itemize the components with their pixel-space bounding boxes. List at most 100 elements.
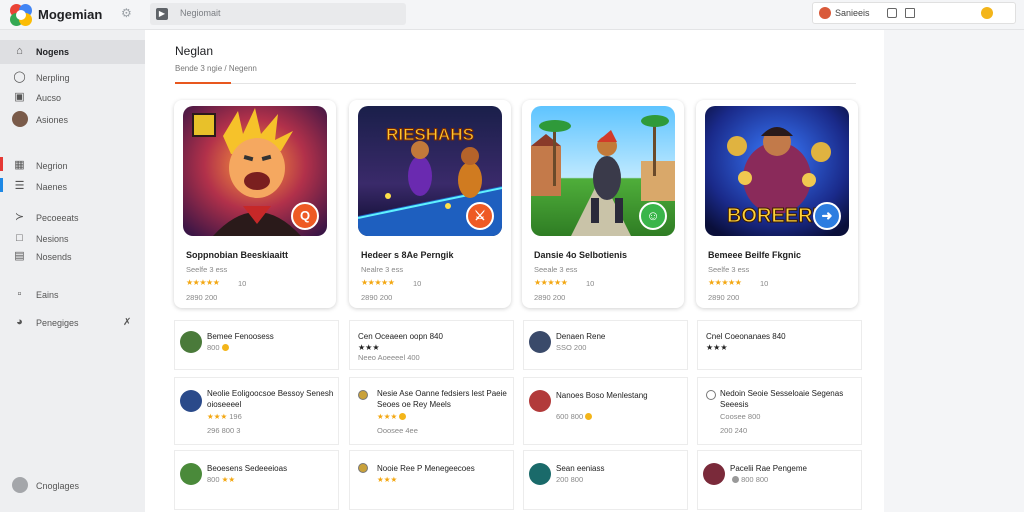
coin-icon[interactable] — [981, 7, 993, 19]
avatar — [703, 463, 725, 485]
avatar — [529, 463, 551, 485]
game-rating: 10 — [238, 279, 247, 288]
list-item-meta: Coosee 800 — [720, 412, 761, 421]
avatar — [529, 390, 551, 412]
list-item[interactable]: Pacelii Rae Pengeme 800 800 — [697, 450, 862, 510]
account-area[interactable]: Sanieeis — [812, 2, 1016, 24]
page-title: Neglan — [175, 44, 214, 58]
game-rating: 10 — [760, 279, 769, 288]
coin-icon — [585, 413, 593, 420]
sidebar-item-docs[interactable]: ▫ Eains — [0, 283, 145, 307]
game-stats: 2890 200 — [708, 293, 740, 302]
main-content: Neglan Bende 3 ngie / Negenn Q Soppnobia… — [145, 30, 884, 512]
avatar — [706, 390, 716, 400]
game-title: Dansie 4o Selbotienis — [534, 250, 628, 260]
list-item-stars: ★★★ — [377, 475, 398, 484]
sidebar-item-label: Naenes — [36, 182, 68, 192]
arena-art: RIESHAHS ⚔ — [358, 106, 502, 236]
list-item-title: Sean eeniass — [556, 464, 605, 473]
game-subtitle: Seelfe 3 ess — [708, 265, 750, 274]
calendar-icon: ▤ — [14, 250, 25, 262]
list-item[interactable]: Nooie Ree P Menegeecoes ★★★ — [349, 450, 514, 510]
bell-icon: ◯ — [13, 71, 26, 83]
sidebar-item-label: Asiones — [36, 115, 69, 125]
sidebar-item-label: Nogens — [36, 47, 70, 57]
game-card[interactable]: Q Soppnobian Beeskiaaitt Seelfe 3 ess ★★… — [174, 100, 336, 308]
window-icon[interactable] — [887, 8, 897, 18]
sidebar-item-profile[interactable]: Asiones — [0, 108, 145, 132]
list-item-title: Beoesens Sedeeeioas — [207, 464, 288, 473]
list-item[interactable]: Sean eeniass 200 800 — [523, 450, 688, 510]
list-item[interactable]: Neolie Eoligoocsoe Bessoy Senesh oioseee… — [174, 377, 339, 445]
app-logo[interactable] — [10, 4, 32, 26]
clock-icon: ◕ — [16, 316, 23, 328]
sidebar-item-account[interactable]: Cnoglages — [0, 474, 145, 498]
avatar — [180, 463, 202, 485]
coin-icon — [399, 413, 407, 420]
list-item[interactable]: Nedoin Seoie Sesseloaie Segenas Seeesis … — [697, 377, 862, 445]
game-badge-icon[interactable]: Q — [291, 202, 319, 230]
sidebar-item-label: Pecoeeats — [36, 213, 79, 223]
game-badge-icon[interactable]: ➜ — [813, 202, 841, 230]
settings-icon[interactable]: ⚙ — [121, 6, 132, 20]
list-item-title: Nesie Ase Oanne fedsiers lest Paeie Seoe… — [377, 389, 507, 409]
list-item-meta: Ooosee 4ee — [377, 426, 418, 435]
account-avatar-icon[interactable] — [819, 7, 831, 19]
list-item[interactable]: Cen Oceaeen oopn 840 ★★★ Neeo Aoeeeel 40… — [349, 320, 514, 370]
game-subtitle: Seeale 3 ess — [534, 265, 578, 274]
list-item[interactable]: Bemee Fenoosess 800 — [174, 320, 339, 370]
game-title: Bemeee Beilfe Fkgnic — [708, 250, 802, 260]
collapse-icon[interactable]: ✗ — [123, 317, 131, 328]
sidebar-item-pages[interactable]: ◕ Penegiges ✗ — [0, 311, 145, 335]
sidebar-item-label: Nesions — [36, 234, 69, 244]
home-icon: ⌂ — [16, 45, 23, 57]
list-item-meta: 800 800 — [730, 475, 768, 484]
jungle-art: ☺ — [531, 106, 675, 236]
top-bar: Mogemian ⚙ ▶ Negiomait Sanieeis — [0, 0, 1024, 30]
share-icon: ≻ — [14, 211, 25, 223]
list-item-meta: ★★★ 196 — [207, 412, 242, 421]
sidebar-item-label: Eains — [36, 290, 59, 300]
coin-icon — [221, 344, 229, 351]
list-item[interactable]: Beoesens Sedeeeioas 800 ★★ — [174, 450, 339, 510]
sidebar-item-names[interactable]: ☰ Naenes — [0, 175, 145, 199]
sidebar-item-label: Cnoglages — [36, 481, 80, 491]
list-item[interactable]: Nesie Ase Oanne fedsiers lest Paeie Seoe… — [349, 377, 514, 445]
game-card[interactable]: BOREERU ➜ Bemeee Beilfe Fkgnic Seelfe 3 … — [696, 100, 858, 308]
game-card[interactable]: RIESHAHS ⚔ Hedeer s 8Ae Perngik Nealre 3… — [349, 100, 511, 308]
app-title: Mogemian — [38, 7, 103, 22]
sidebar-item-label: Penegiges — [36, 318, 79, 328]
rating-stars: ★★★★★ — [361, 278, 395, 287]
search-bar[interactable]: ▶ Negiomait — [150, 3, 406, 25]
breadcrumb[interactable]: Bende 3 ngie / Negenn — [175, 64, 257, 73]
list-item[interactable]: Nanoes Boso Menlestang 600 800 — [523, 377, 688, 445]
sidebar-item-label: Aucso — [36, 93, 62, 103]
list-item[interactable]: Cnel Coeonanaes 840 ★★★ — [697, 320, 862, 370]
game-badge-icon[interactable]: ☺ — [639, 202, 667, 230]
game-title: Soppnobian Beeskiaaitt — [186, 250, 289, 260]
sidebar-item-home[interactable]: ⌂ Nogens — [0, 40, 145, 64]
list-item-meta: Neeo Aoeeeel 400 — [358, 353, 420, 362]
game-card[interactable]: ☺ Dansie 4o Selbotienis Seeale 3 ess ★★★… — [522, 100, 684, 308]
tab-indicator — [175, 82, 231, 84]
cart-icon[interactable] — [905, 8, 915, 18]
document-icon: ▫ — [17, 288, 22, 300]
game-badge-icon[interactable]: ⚔ — [466, 202, 494, 230]
user-icon — [12, 477, 28, 493]
list-item[interactable]: Denaen Rene SSO 200 — [523, 320, 688, 370]
grid-icon: ▦ — [14, 159, 25, 171]
rating-stars: ★★★★★ — [534, 278, 568, 287]
divider — [175, 83, 856, 84]
avatar — [180, 390, 202, 412]
boss-art-title: BOREERU — [727, 205, 827, 227]
avatar — [358, 390, 368, 400]
arena-art-title: RIESHAHS — [386, 125, 474, 144]
sidebar-item-library[interactable]: ▣ Aucso — [0, 86, 145, 110]
list-item-title: Cen Oceaeen oopn 840 ★★★ — [358, 332, 443, 352]
sidebar: ⌂ Nogens ◯ Nerpling ▣ Aucso Asiones ▦ Ne… — [0, 30, 145, 512]
folder-icon: □ — [16, 232, 23, 244]
sidebar-item-label: Nosends — [36, 252, 72, 262]
search-label: Negiomait — [180, 8, 221, 18]
list-item-title: Nedoin Seoie Sesseloaie Segenas Seeesis — [720, 389, 844, 409]
sidebar-item-calendar[interactable]: ▤ Nosends — [0, 245, 145, 269]
